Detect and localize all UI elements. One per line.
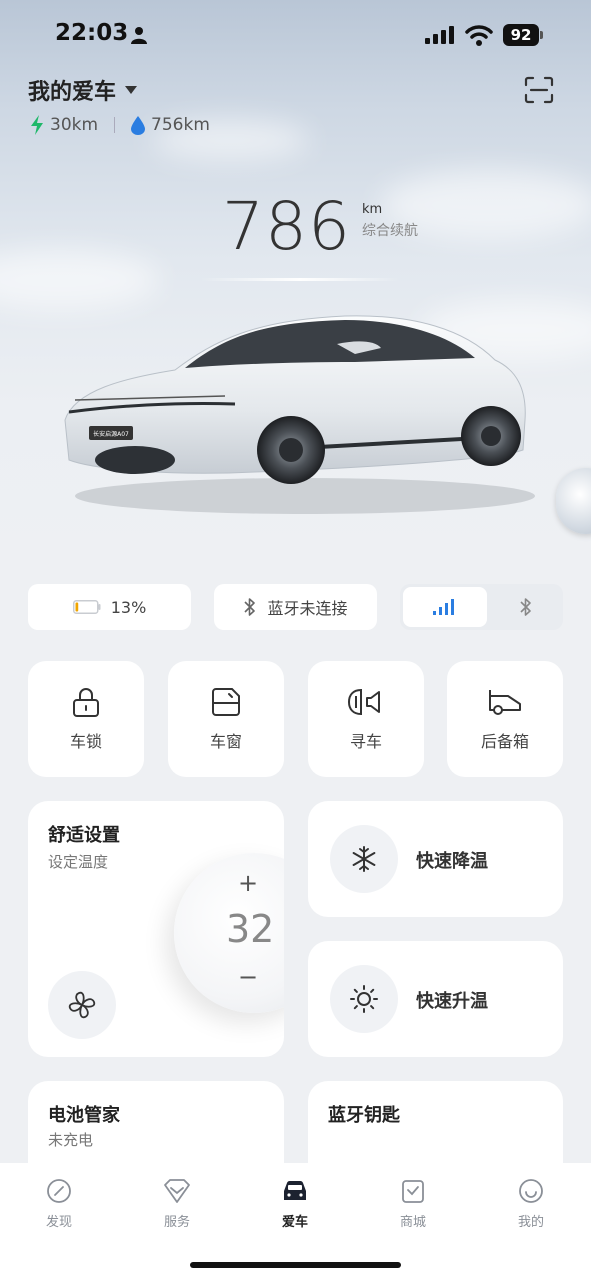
bluetooth-mode-button[interactable]: [490, 587, 562, 627]
tab-profile[interactable]: 我的: [491, 1177, 571, 1230]
home-indicator: [190, 1262, 401, 1268]
window-icon: [212, 688, 240, 716]
cellular-signal-icon: [425, 26, 454, 44]
temperature-value: 32: [226, 907, 275, 951]
wifi-icon: [465, 25, 493, 46]
temperature-increase-button[interactable]: +: [238, 869, 258, 897]
car-selector[interactable]: 我的爱车: [28, 74, 138, 106]
comfort-card[interactable]: 舒适设置 设定温度 + 32 −: [28, 801, 284, 1057]
total-range-label: 综合续航: [362, 223, 418, 239]
network-mode-button[interactable]: [403, 587, 487, 627]
trunk-label: 后备箱: [480, 732, 529, 751]
quick-cool-label: 快速降温: [416, 851, 488, 872]
quick-cool-card[interactable]: 快速降温: [308, 801, 563, 917]
window-label: 车窗: [209, 732, 242, 751]
snowflake-button: [330, 825, 398, 893]
comfort-title: 舒适设置: [48, 825, 120, 846]
tab-car-label: 爱车: [281, 1215, 308, 1230]
tab-car[interactable]: 爱车: [255, 1177, 335, 1230]
tab-discover[interactable]: 发现: [19, 1177, 99, 1230]
lock-tile[interactable]: 车锁: [28, 661, 144, 777]
tab-service-label: 服务: [163, 1215, 190, 1230]
electric-range: 30km: [50, 115, 99, 135]
fuel-range: 756km: [151, 115, 210, 135]
battery-percent: 13%: [110, 597, 147, 617]
status-bar: 22:03 92: [0, 18, 591, 54]
person-icon: [131, 27, 147, 44]
snowflake-icon: [352, 846, 376, 872]
lock-label: 车锁: [69, 732, 102, 751]
lightning-icon: [31, 115, 43, 135]
car-image: 长安启源A07: [64, 315, 535, 514]
bluetooth-key-title: 蓝牙钥匙: [328, 1105, 400, 1126]
battery-status-pill: 13%: [28, 584, 191, 630]
fan-button[interactable]: [48, 971, 116, 1039]
car-icon: [284, 1180, 306, 1200]
car-title: 我的爱车: [28, 80, 117, 105]
battery-icon: [72, 600, 101, 614]
status-time: 22:03: [55, 20, 129, 46]
sun-icon: [350, 985, 378, 1013]
window-tile[interactable]: 车窗: [168, 661, 284, 777]
total-range-value: 786: [222, 188, 351, 265]
lock-icon: [73, 688, 99, 717]
tab-service[interactable]: 服务: [137, 1177, 217, 1230]
status-battery: 92: [503, 24, 539, 46]
smile-icon: [519, 1179, 543, 1203]
battery-nub: [540, 31, 543, 39]
compass-icon: [47, 1179, 71, 1203]
sun-button: [330, 965, 398, 1033]
trunk-tile[interactable]: 后备箱: [447, 661, 563, 777]
range-summary: 30km 756km: [30, 115, 210, 135]
quick-heat-card[interactable]: 快速升温: [308, 941, 563, 1057]
divider: [114, 117, 116, 133]
fuel-drop-icon: [131, 115, 146, 135]
battery-manager-status: 未充电: [48, 1131, 94, 1149]
scan-icon[interactable]: [524, 76, 554, 104]
glow-line: [200, 278, 400, 281]
bag-icon: [402, 1180, 424, 1203]
signal-bars-icon: [433, 599, 454, 615]
caret-down-icon: [125, 86, 138, 94]
bluetooth-icon: [244, 598, 256, 616]
tab-discover-label: 发现: [45, 1215, 72, 1230]
quick-heat-label: 快速升温: [416, 991, 488, 1012]
find-car-label: 寻车: [349, 732, 382, 751]
find-car-tile[interactable]: 寻车: [308, 661, 424, 777]
battery-manager-title: 电池管家: [48, 1105, 120, 1126]
heart-diamond-icon: [164, 1179, 190, 1203]
fan-icon: [68, 991, 96, 1019]
license-plate: 长安启源A07: [93, 430, 129, 438]
bluetooth-icon: [520, 598, 531, 616]
tab-profile-label: 我的: [517, 1215, 544, 1230]
comfort-subtitle: 设定温度: [48, 853, 109, 871]
tab-mall[interactable]: 商城: [373, 1177, 453, 1230]
temperature-decrease-button[interactable]: −: [238, 963, 258, 991]
total-range-unit: km: [362, 202, 383, 217]
headlight-horn-icon: [347, 688, 380, 716]
tab-mall-label: 商城: [399, 1215, 426, 1230]
trunk-icon: [489, 690, 521, 715]
bluetooth-status-pill[interactable]: 蓝牙未连接: [214, 584, 377, 630]
bluetooth-status: 蓝牙未连接: [267, 599, 348, 618]
